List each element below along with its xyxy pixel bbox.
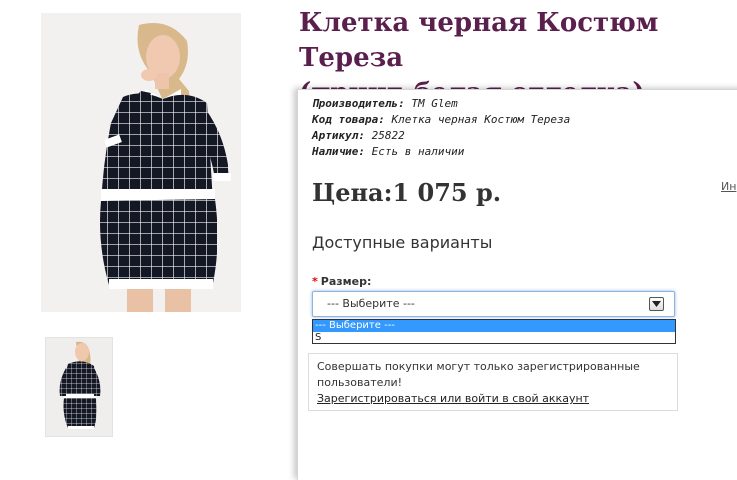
variants-heading: Доступные варианты bbox=[312, 233, 493, 252]
size-options-list: --- Выберите --- S bbox=[312, 319, 676, 344]
product-price: Цена:1 075 р. bbox=[312, 178, 502, 207]
register-login-link[interactable]: Зарегистрироваться или войти в свой акка… bbox=[317, 392, 589, 405]
meta-value: 25822 bbox=[371, 129, 405, 142]
dress-thumbnail-illustration bbox=[46, 338, 112, 436]
meta-article: Артикул: 25822 bbox=[312, 128, 570, 144]
meta-label: Производитель: bbox=[312, 97, 405, 110]
size-label-text: Размер: bbox=[320, 275, 372, 288]
chevron-down-icon[interactable] bbox=[649, 297, 664, 311]
product-details-panel: Производитель: TM Glem Код товара: Клетк… bbox=[297, 89, 737, 480]
meta-label: Код товара: bbox=[312, 113, 385, 126]
meta-value: Клетка черная Костюм Тереза bbox=[391, 113, 571, 126]
size-option-s[interactable]: S bbox=[313, 332, 675, 344]
meta-availability: Наличие: Есть в наличии bbox=[312, 144, 570, 160]
size-select-value: --- Выберите --- bbox=[327, 297, 415, 310]
meta-product-code: Код товара: Клетка черная Костюм Тереза bbox=[312, 112, 570, 128]
product-main-image[interactable] bbox=[41, 13, 241, 312]
size-select[interactable]: --- Выберите --- bbox=[312, 291, 675, 317]
notice-text: Совершать покупки могут только зарегистр… bbox=[317, 360, 640, 389]
size-label: * Размер: bbox=[312, 275, 371, 288]
required-mark: * bbox=[312, 275, 318, 288]
login-notice: Совершать покупки могут только зарегистр… bbox=[308, 353, 678, 411]
meta-manufacturer: Производитель: TM Glem bbox=[312, 96, 570, 112]
dress-photo-illustration bbox=[41, 13, 241, 312]
size-option-placeholder[interactable]: --- Выберите --- bbox=[313, 320, 675, 332]
meta-value: Есть в наличии bbox=[371, 145, 465, 158]
meta-label: Наличие: bbox=[312, 145, 365, 158]
side-info-link[interactable]: Ин bbox=[721, 180, 736, 193]
product-meta: Производитель: TM Glem Код товара: Клетк… bbox=[312, 96, 570, 160]
product-thumbnail[interactable] bbox=[45, 337, 113, 437]
meta-label: Артикул: bbox=[312, 129, 365, 142]
meta-value: TM Glem bbox=[411, 97, 458, 110]
